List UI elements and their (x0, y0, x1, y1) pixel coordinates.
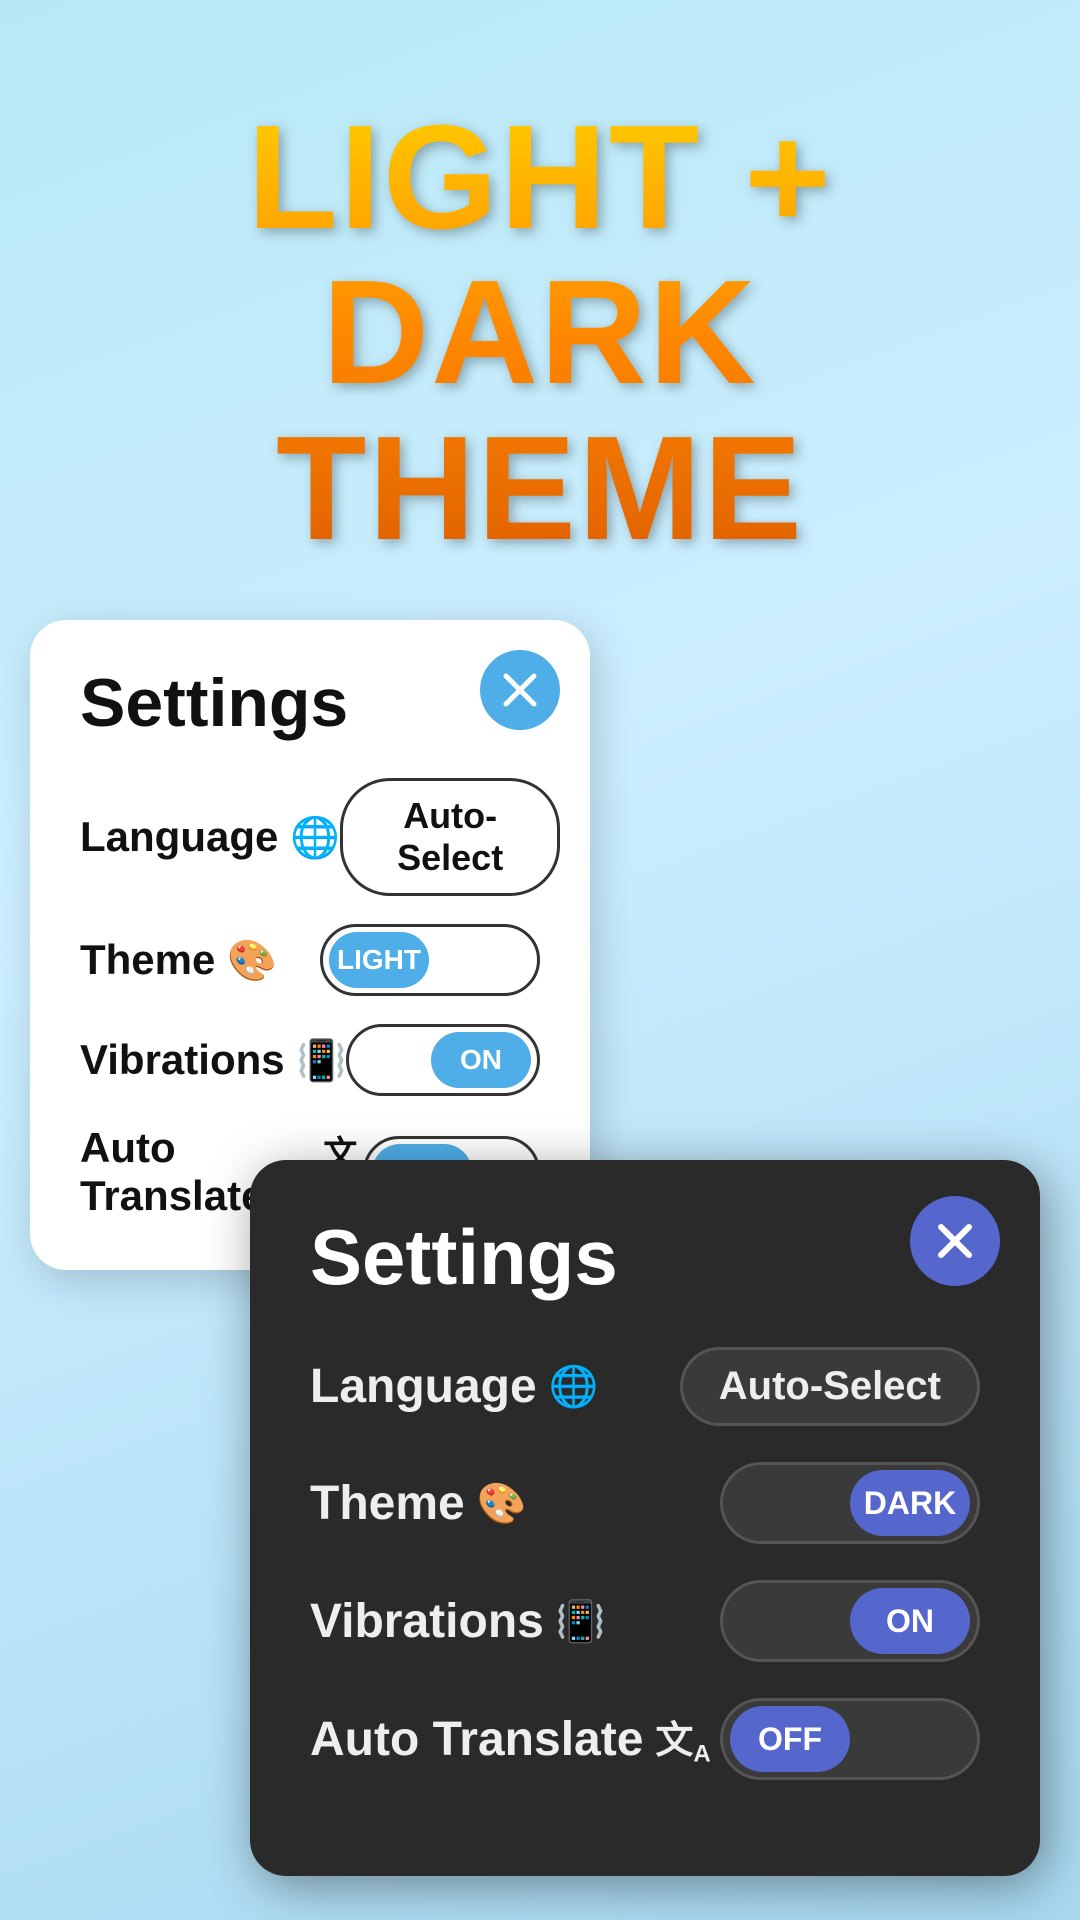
dark-vibrations-knob: ON (850, 1588, 970, 1654)
dark-autotranslate-text: Auto Translate (310, 1712, 643, 1767)
dark-autotranslate-label: Auto Translate 文A (310, 1709, 711, 1769)
dark-theme-toggle[interactable]: DARK (720, 1462, 980, 1544)
light-vibrations-toggle[interactable]: ON (346, 1024, 540, 1096)
light-vibrations-text: Vibrations (80, 1036, 285, 1084)
vibrations-icon-dark: 📳 (556, 1598, 606, 1645)
dark-autotranslate-toggle[interactable]: OFF (720, 1698, 980, 1780)
dark-vibrations-toggle[interactable]: ON (720, 1580, 980, 1662)
light-card-title: Settings (80, 664, 540, 742)
autotranslate-icon-dark: 文A (655, 1709, 710, 1769)
dark-theme-knob: DARK (850, 1470, 970, 1536)
dark-language-row: Language 🌐 Auto-Select (310, 1347, 980, 1426)
dark-autotranslate-row: Auto Translate 文A OFF (310, 1698, 980, 1780)
light-close-button[interactable] (480, 650, 560, 730)
light-theme-text: Theme (80, 936, 215, 984)
dark-autotranslate-knob: OFF (730, 1706, 850, 1772)
dark-language-button[interactable]: Auto-Select (680, 1347, 980, 1426)
theme-icon-light: 🎨 (227, 937, 277, 984)
dark-vibrations-text: Vibrations (310, 1594, 544, 1649)
dark-card-title: Settings (310, 1212, 980, 1303)
dark-settings-card: Settings Language 🌐 Auto-Select Theme 🎨 … (250, 1160, 1040, 1876)
light-vibrations-label: Vibrations 📳 (80, 1036, 346, 1084)
light-theme-toggle[interactable]: LIGHT (320, 924, 540, 996)
headline: Light + dark theme (0, 100, 1080, 566)
light-vibrations-row: Vibrations 📳 ON (80, 1024, 540, 1096)
light-language-button[interactable]: Auto-Select (340, 778, 560, 896)
light-language-row: Language 🌐 Auto-Select (80, 778, 540, 896)
dark-language-text: Language (310, 1359, 537, 1414)
dark-vibrations-row: Vibrations 📳 ON (310, 1580, 980, 1662)
light-theme-label: Theme 🎨 (80, 936, 277, 984)
dark-theme-row: Theme 🎨 DARK (310, 1462, 980, 1544)
headline-line2: theme (276, 406, 804, 571)
vibrations-icon-light: 📳 (297, 1037, 347, 1084)
light-theme-knob: LIGHT (329, 932, 429, 988)
light-language-text: Language (80, 813, 278, 861)
language-icon: 🌐 (290, 814, 340, 861)
dark-theme-label: Theme 🎨 (310, 1476, 527, 1531)
headline-line1: Light + dark (247, 95, 832, 415)
dark-close-button[interactable] (910, 1196, 1000, 1286)
light-language-label: Language 🌐 (80, 813, 340, 861)
light-theme-row: Theme 🎨 LIGHT (80, 924, 540, 996)
dark-language-label: Language 🌐 (310, 1359, 599, 1414)
light-vibrations-knob: ON (431, 1032, 531, 1088)
dark-theme-text: Theme (310, 1476, 465, 1531)
theme-icon-dark: 🎨 (477, 1480, 527, 1527)
dark-vibrations-label: Vibrations 📳 (310, 1594, 606, 1649)
language-icon-dark: 🌐 (549, 1363, 599, 1410)
